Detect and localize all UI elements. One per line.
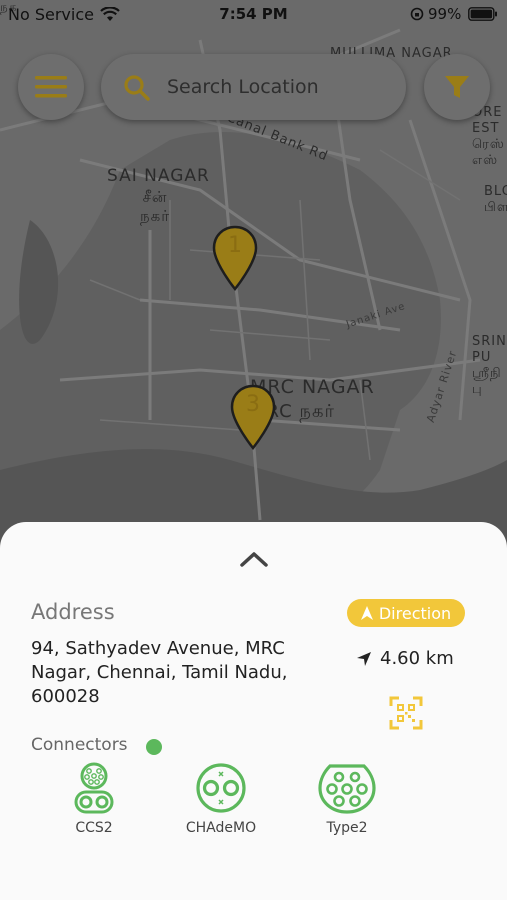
search-bar[interactable] xyxy=(101,54,406,120)
address-heading: Address xyxy=(31,600,115,624)
connector-ccs2[interactable]: CCS2 xyxy=(44,762,144,836)
connectors-heading: Connectors xyxy=(31,735,128,755)
availability-status-dot xyxy=(146,739,162,755)
chademo-connector-icon xyxy=(196,763,246,813)
rotation-lock-icon xyxy=(410,7,424,21)
filter-icon xyxy=(445,76,469,98)
connector-type2-label: Type2 xyxy=(326,820,368,836)
map-marker-3[interactable]: 3 xyxy=(230,384,276,450)
map-label-blo-line2: பிள xyxy=(484,200,507,215)
chevron-up-icon[interactable] xyxy=(238,548,270,570)
map-label-sai-nagar: SAI NAGAR xyxy=(107,166,210,186)
type2-connector-icon xyxy=(318,764,376,814)
map-label-srin-line3: ஸ்ரீநி xyxy=(472,366,502,381)
map-label-east-line2: EST xyxy=(472,121,500,136)
ccs2-connector-icon xyxy=(74,762,114,814)
direction-button-label: Direction xyxy=(378,603,452,623)
map-label-srin-line1: SRIN xyxy=(472,334,507,349)
map-label-sai-nagar-tamil: சீன் நகர் xyxy=(140,188,170,226)
connector-type2[interactable]: Type2 xyxy=(297,762,397,836)
location-arrow-icon xyxy=(357,651,371,666)
connector-chademo-label: CHAdeMO xyxy=(185,820,257,836)
map-label-srin-edge: SRIN PU ஸ்ரீநி பு xyxy=(472,334,507,398)
connector-chademo[interactable]: CHAdeMO xyxy=(171,762,271,836)
hamburger-icon xyxy=(35,76,67,98)
filter-button[interactable] xyxy=(424,54,490,120)
map-label-east-edge: ORE EST ரெஸ் எஸ் xyxy=(472,105,505,169)
map-marker-1-label: 1 xyxy=(228,233,242,258)
map-label-east-line4: எஸ் xyxy=(472,153,499,168)
menu-button[interactable] xyxy=(18,54,84,120)
status-bar: No Service 7:54 PM 99% xyxy=(0,0,507,30)
map-label-srin-line2: PU xyxy=(472,350,492,365)
navigation-arrow-icon xyxy=(360,606,373,620)
search-input[interactable] xyxy=(167,72,392,102)
station-address: 94, Sathyadev Avenue, MRC Nagar, Chennai… xyxy=(31,638,288,707)
distance-indicator: 4.60 km xyxy=(356,648,454,669)
map-label-srin-line4: பு xyxy=(472,382,483,397)
connector-ccs2-label: CCS2 xyxy=(75,820,113,836)
distance-value: 4.60 km xyxy=(380,648,454,669)
search-icon xyxy=(124,75,150,101)
direction-button[interactable]: Direction xyxy=(347,599,465,627)
battery-percentage: 99% xyxy=(428,5,462,23)
map-label-east-line3: ரெஸ் xyxy=(472,137,505,152)
battery-icon xyxy=(468,7,497,21)
map-label-blo-line1: BLO xyxy=(484,184,507,199)
map-label-blo-edge: BLO பிள xyxy=(484,184,507,216)
map-marker-1[interactable]: 1 xyxy=(212,225,258,291)
map-marker-3-label: 3 xyxy=(246,392,260,417)
map-label-sai-nagar-tamil-line1: சீன் xyxy=(142,188,168,206)
map-label-sai-nagar-tamil-line2: நகர் xyxy=(140,207,171,225)
qr-scan-icon[interactable] xyxy=(389,696,423,730)
station-detail-sheet: Address Direction 94, Sathyadev Avenue, … xyxy=(0,522,507,900)
